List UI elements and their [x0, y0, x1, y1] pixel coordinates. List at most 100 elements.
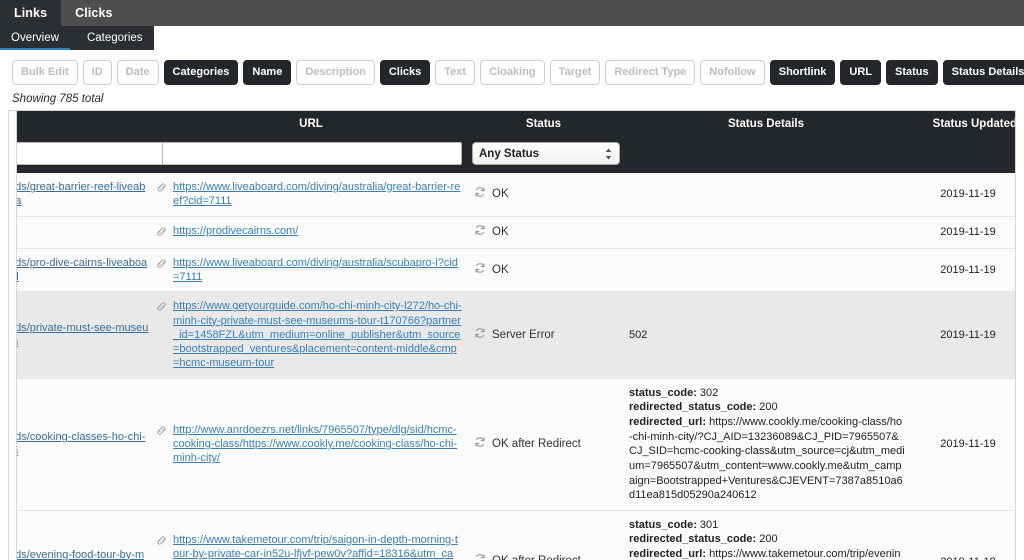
- cell-status: OK: [466, 173, 621, 217]
- detail-redirected-status-code: redirected_status_code: 200: [629, 532, 905, 547]
- chip-name-label: Name: [252, 65, 283, 78]
- status-detail-plain: 502: [629, 328, 648, 341]
- subnav-tab-overview[interactable]: Overview: [0, 26, 70, 50]
- column-header-status-updated[interactable]: Status Updated: [911, 111, 1015, 137]
- chip-target[interactable]: Target: [549, 59, 601, 85]
- chip-date[interactable]: Date: [116, 59, 159, 85]
- column-header-status-details[interactable]: Status Details: [621, 111, 911, 137]
- links-table-filter-row: Any Status: [9, 137, 1015, 173]
- chip-clicks[interactable]: Clicks: [379, 59, 431, 85]
- cell-url: https://www.getyourguide.com/ho-chi-minh…: [156, 291, 466, 379]
- status-badge: OK: [492, 225, 509, 238]
- chip-redirect-type-label: Redirect Type: [614, 65, 687, 78]
- link-chain-icon: [156, 425, 167, 440]
- table-row[interactable]: nds/pro-dive-cairns-liveaboard https://w…: [9, 248, 1015, 293]
- detail-redirected-url: redirected_url: https://www.takemetour.c…: [629, 547, 905, 560]
- link-chain-icon: [156, 182, 167, 197]
- detail-redirected-url-label: redirected_url:: [629, 548, 707, 560]
- chip-text[interactable]: Text: [435, 59, 476, 85]
- shortlink-link[interactable]: nds/great-barrier-reef-liveaboa: [9, 181, 145, 207]
- chip-description[interactable]: Description: [296, 59, 375, 85]
- status-filter-selected-value: Any Status: [479, 147, 540, 160]
- chip-url[interactable]: URL: [840, 59, 882, 85]
- shortlink-link[interactable]: nds/cooking-classes-ho-chi-m: [9, 431, 145, 457]
- column-header-shortlink[interactable]: k: [9, 111, 156, 137]
- cell-shortlink: nds/great-barrier-reef-liveaboa: [9, 173, 156, 217]
- table-row[interactable]: https://prodivecairns.com/ OK 2019-11-19: [9, 216, 1015, 249]
- table-row[interactable]: nds/private-must-see-museum https://www.…: [9, 291, 1015, 379]
- detail-redirected-status-code-label: redirected_status_code:: [629, 533, 757, 546]
- shortlink-link[interactable]: nds/private-must-see-museum: [9, 322, 148, 348]
- chip-description-label: Description: [305, 65, 366, 78]
- cell-status-updated: 2019-11-19: [911, 510, 1015, 560]
- chip-categories[interactable]: Categories: [163, 59, 239, 85]
- target-url-link[interactable]: https://www.liveaboard.com/diving/austra…: [173, 180, 462, 209]
- status-badge: OK after Redirect: [492, 437, 581, 450]
- refresh-icon[interactable]: [474, 436, 486, 453]
- column-header-status[interactable]: Status: [466, 111, 621, 137]
- shortlink-filter-input[interactable]: [15, 142, 165, 165]
- refresh-icon[interactable]: [474, 553, 486, 560]
- target-url-link[interactable]: https://www.takemetour.com/trip/saigon-i…: [173, 533, 462, 560]
- chip-clicks-label: Clicks: [388, 65, 422, 78]
- chip-redirect-type[interactable]: Redirect Type: [605, 59, 696, 85]
- cell-shortlink: nds/pro-dive-cairns-liveaboard: [9, 248, 156, 293]
- table-row[interactable]: nds/evening-food-tour-by-mot https://www…: [9, 510, 1015, 560]
- column-header-url[interactable]: URL: [156, 111, 466, 137]
- link-chain-icon: [156, 535, 167, 550]
- chip-nofollow-label: Nofollow: [709, 65, 756, 78]
- status-badge: OK: [492, 187, 509, 200]
- shortlink-link[interactable]: nds/evening-food-tour-by-mot: [9, 549, 144, 560]
- status-filter-select[interactable]: Any Status: [472, 142, 620, 165]
- nav-tab-links-label: Links: [14, 6, 48, 20]
- subnav-tab-categories[interactable]: Categories: [75, 26, 154, 50]
- target-url-link[interactable]: http://www.anrdoezrs.net/links/7965507/t…: [173, 423, 462, 466]
- link-chain-icon: [156, 301, 167, 316]
- cell-shortlink: nds/cooking-classes-ho-chi-m: [9, 378, 156, 511]
- filter-cell-url: [156, 137, 466, 173]
- subnav-tab-categories-label: Categories: [86, 32, 143, 44]
- refresh-icon[interactable]: [474, 327, 486, 344]
- target-url-link[interactable]: https://www.liveaboard.com/diving/austra…: [173, 256, 462, 285]
- refresh-icon[interactable]: [474, 186, 486, 203]
- chip-nofollow[interactable]: Nofollow: [700, 59, 765, 85]
- table-row[interactable]: nds/cooking-classes-ho-chi-m http://www.…: [9, 378, 1015, 511]
- subnav-filler: [153, 26, 1024, 50]
- chip-name[interactable]: Name: [243, 59, 292, 85]
- cell-status: Server Error: [466, 291, 621, 379]
- url-filter-input[interactable]: [162, 142, 462, 165]
- chip-status[interactable]: Status: [886, 59, 938, 85]
- chip-categories-label: Categories: [172, 65, 230, 78]
- target-url-link[interactable]: https://prodivecairns.com/: [173, 224, 298, 238]
- nav-tab-links[interactable]: Links: [0, 0, 62, 26]
- chip-shortlink-label: Shortlink: [778, 65, 827, 78]
- detail-redirected-status-code-label: redirected_status_code:: [629, 401, 757, 414]
- table-row[interactable]: nds/great-barrier-reef-liveaboa https://…: [9, 173, 1015, 217]
- horizontal-scroll-gutter[interactable]: [9, 111, 17, 560]
- chip-id[interactable]: ID: [82, 59, 112, 85]
- filter-cell-shortlink: [9, 137, 165, 173]
- refresh-icon[interactable]: [474, 262, 486, 279]
- filter-cell-status: Any Status: [466, 137, 621, 173]
- links-table-container: k URL Status Status Details Status Updat…: [8, 110, 1016, 560]
- cell-status: OK after Redirect: [466, 378, 621, 511]
- chip-shortlink[interactable]: Shortlink: [769, 59, 836, 85]
- nav-tab-clicks[interactable]: Clicks: [61, 0, 126, 26]
- detail-redirected-status-code-value: 200: [759, 533, 778, 546]
- cell-status: OK after Redirect: [466, 510, 621, 560]
- chip-cloaking[interactable]: Cloaking: [480, 59, 545, 85]
- chip-bulk-edit-label: Bulk Edit: [21, 65, 69, 78]
- cell-url: https://www.takemetour.com/trip/saigon-i…: [156, 510, 466, 560]
- refresh-icon[interactable]: [474, 224, 486, 241]
- shortlink-link[interactable]: nds/pro-dive-cairns-liveaboard: [9, 257, 147, 283]
- target-url-link[interactable]: https://www.getyourguide.com/ho-chi-minh…: [173, 299, 462, 370]
- cell-status-details: [621, 248, 911, 293]
- detail-redirected-url-value: https://www.cookly.me/cooking-class/ho-c…: [629, 416, 905, 502]
- chip-target-label: Target: [558, 65, 592, 78]
- cell-status-updated: 2019-11-19: [911, 378, 1015, 511]
- cell-url: https://www.liveaboard.com/diving/austra…: [156, 173, 466, 217]
- chip-url-label: URL: [849, 65, 873, 78]
- links-table: k URL Status Status Details Status Updat…: [9, 111, 1015, 560]
- chip-status-details[interactable]: Status Details: [942, 59, 1024, 85]
- chip-bulk-edit[interactable]: Bulk Edit: [12, 59, 78, 85]
